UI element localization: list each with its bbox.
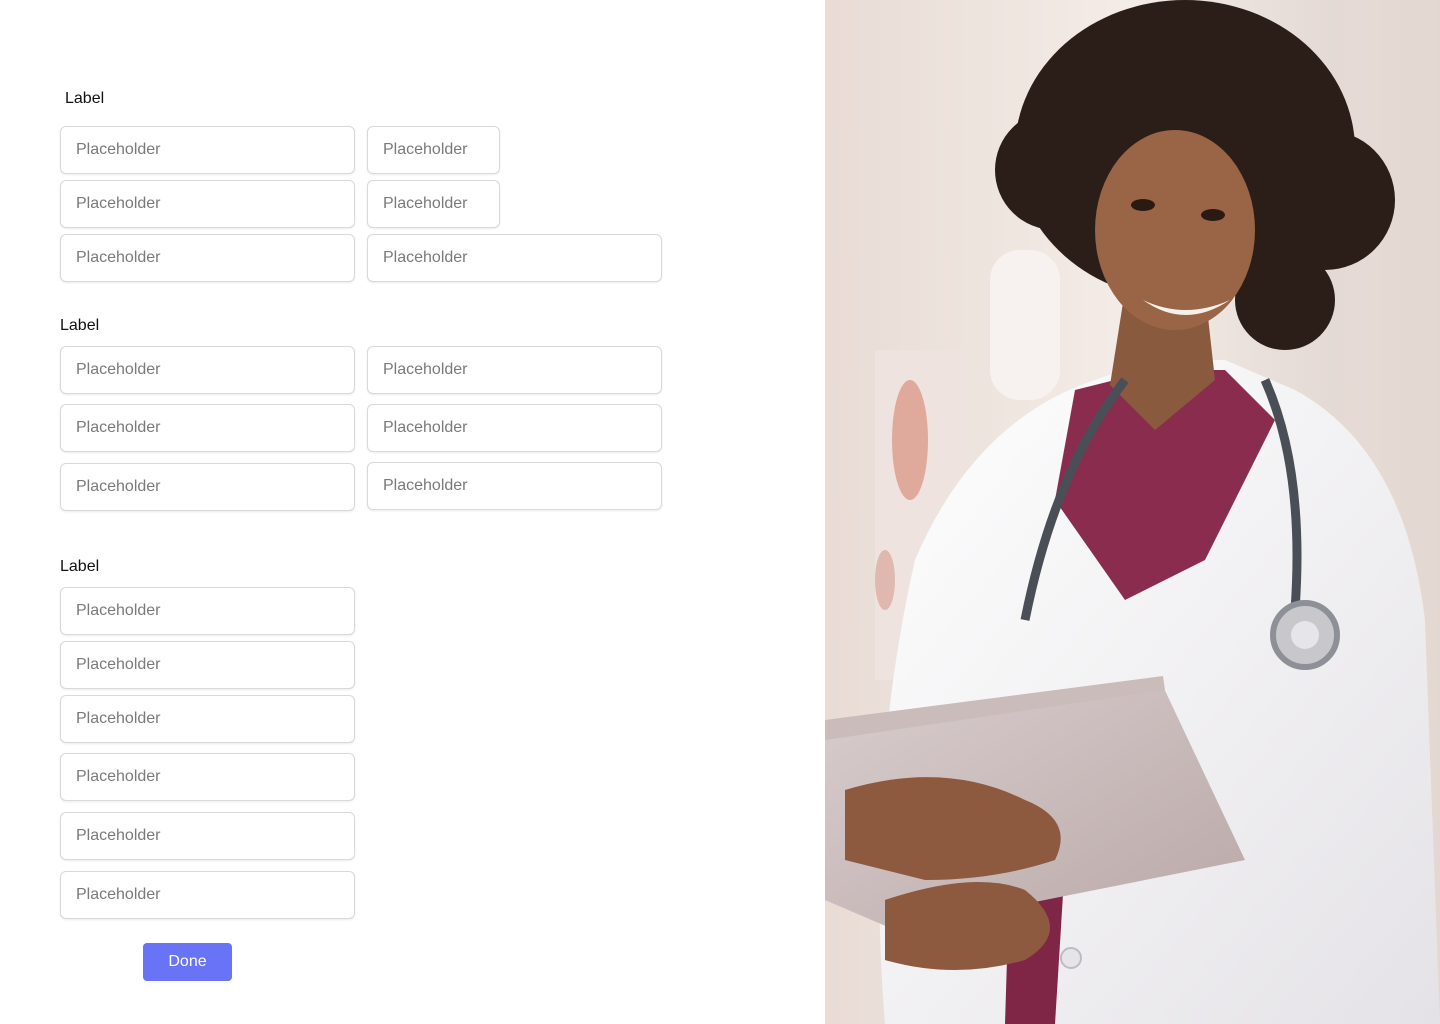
section-3-field-3[interactable]	[60, 695, 355, 743]
section-2-field-3[interactable]	[60, 404, 355, 452]
section-1-label: Label	[65, 90, 105, 107]
section-3-field-6[interactable]	[60, 871, 355, 919]
section-1-field-1[interactable]	[60, 126, 355, 174]
section-1-field-5[interactable]	[60, 234, 355, 282]
section-1-field-2[interactable]	[367, 126, 500, 174]
section-2-label: Label	[60, 317, 100, 334]
section-3-field-4[interactable]	[60, 753, 355, 801]
section-2-field-1[interactable]	[60, 346, 355, 394]
form-panel: Label Label Label Done	[0, 0, 825, 1024]
section-2-field-5[interactable]	[60, 463, 355, 511]
doctor-illustration	[825, 0, 1440, 1024]
section-2-field-6[interactable]	[367, 462, 662, 510]
doctor-photo	[825, 0, 1440, 1024]
section-3-label: Label	[60, 558, 100, 575]
section-2-field-2[interactable]	[367, 346, 662, 394]
section-1-field-4[interactable]	[367, 180, 500, 228]
section-3-field-2[interactable]	[60, 641, 355, 689]
done-button[interactable]: Done	[143, 943, 232, 981]
section-2-field-4[interactable]	[367, 404, 662, 452]
section-1-field-6[interactable]	[367, 234, 662, 282]
section-3-field-5[interactable]	[60, 812, 355, 860]
section-1-field-3[interactable]	[60, 180, 355, 228]
section-3-field-1[interactable]	[60, 587, 355, 635]
